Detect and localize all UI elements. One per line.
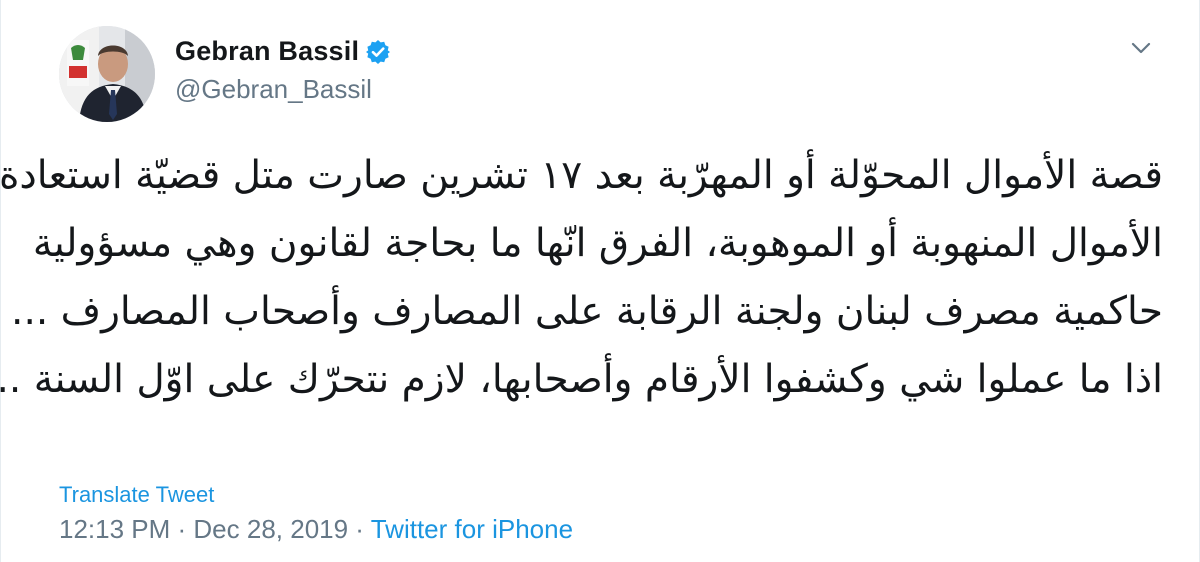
avatar[interactable]: [59, 26, 155, 122]
tweet-text-line: الأموال المنهوبة أو الموهوبة، الفرق انّه…: [32, 221, 1163, 266]
profile-avatar-icon: [59, 26, 155, 122]
meta-separator: ·: [170, 514, 194, 544]
display-name[interactable]: Gebran Bassil: [175, 36, 359, 67]
chevron-down-icon[interactable]: [1129, 36, 1153, 60]
tweet-date-link[interactable]: Dec 28, 2019: [193, 514, 348, 544]
user-handle[interactable]: @Gebran_Bassil: [175, 74, 372, 105]
tweet-card: Gebran Bassil @Gebran_Bassil قصة الأموال…: [0, 0, 1200, 562]
verified-badge-icon: [365, 39, 391, 65]
tweet-text-line: حاكمية مصرف لبنان ولجنة الرقابة على المص…: [11, 289, 1163, 334]
tweet-text: قصة الأموال المحوّلة أو المهرّبة بعد ١٧ …: [0, 142, 1163, 414]
meta-separator: ·: [348, 514, 371, 544]
tweet-text-line: اذا ما عملوا شي وكشفوا الأرقام وأصحابها،…: [0, 357, 1163, 402]
tweet-text-line: قصة الأموال المحوّلة أو المهرّبة بعد ١٧ …: [0, 153, 1163, 198]
tweet-time-link[interactable]: 12:13 PM: [59, 514, 170, 544]
user-name-row[interactable]: Gebran Bassil: [175, 36, 391, 67]
translate-tweet-link[interactable]: Translate Tweet: [59, 482, 214, 508]
tweet-metadata: 12:13 PM · Dec 28, 2019 · Twitter for iP…: [59, 514, 573, 545]
tweet-source-link[interactable]: Twitter for iPhone: [371, 514, 573, 544]
